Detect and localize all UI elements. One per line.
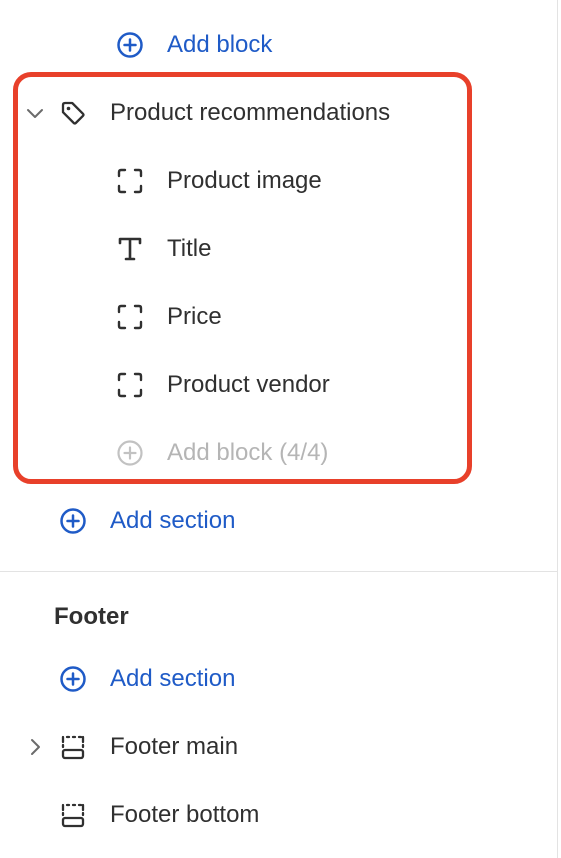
text-title-icon bbox=[116, 235, 144, 263]
add-section-label: Add section bbox=[110, 507, 236, 534]
block-product-vendor[interactable]: Product vendor bbox=[116, 365, 330, 405]
group-divider bbox=[0, 571, 557, 572]
theme-editor-sidebar: Add block Product recommendations Produc… bbox=[0, 0, 558, 858]
section-product-recommendations[interactable]: Product recommendations bbox=[59, 93, 390, 133]
vendor-placeholder-icon bbox=[116, 371, 144, 399]
add-block-label: Add block bbox=[167, 31, 273, 58]
plus-circle-icon bbox=[116, 439, 144, 467]
add-block-disabled-button: Add block (4/4) bbox=[116, 433, 328, 473]
section-footer-main[interactable]: Footer main bbox=[59, 727, 238, 767]
section-label: Footer bottom bbox=[110, 801, 260, 828]
block-label: Product vendor bbox=[167, 371, 330, 398]
plus-circle-icon bbox=[116, 31, 144, 59]
footer-layout-icon bbox=[59, 801, 87, 829]
section-label: Footer main bbox=[110, 733, 239, 760]
block-label: Title bbox=[167, 235, 212, 262]
image-placeholder-icon bbox=[116, 167, 144, 195]
block-product-image[interactable]: Product image bbox=[116, 161, 322, 201]
tag-icon bbox=[59, 99, 87, 127]
footer-layout-icon bbox=[59, 733, 87, 761]
plus-circle-icon bbox=[59, 665, 87, 693]
block-label: Price bbox=[167, 303, 222, 330]
price-placeholder-icon bbox=[116, 303, 144, 331]
footer-add-section-button[interactable]: Add section bbox=[59, 659, 235, 699]
highlight-frame bbox=[13, 72, 472, 484]
add-block-disabled-label: Add block (4/4) bbox=[167, 439, 329, 466]
chevron-down-icon[interactable] bbox=[25, 103, 45, 123]
chevron-right-icon[interactable] bbox=[25, 737, 45, 757]
add-section-button[interactable]: Add section bbox=[59, 501, 235, 541]
footer-group-title: Footer bbox=[54, 603, 129, 630]
section-name: Product recommendations bbox=[110, 99, 391, 126]
section-footer-bottom[interactable]: Footer bottom bbox=[59, 795, 259, 835]
block-label: Product image bbox=[167, 167, 322, 194]
footer-add-section-label: Add section bbox=[110, 665, 236, 692]
block-title[interactable]: Title bbox=[116, 229, 211, 269]
add-block-button[interactable]: Add block bbox=[116, 25, 272, 65]
block-price[interactable]: Price bbox=[116, 297, 222, 337]
plus-circle-icon bbox=[59, 507, 87, 535]
